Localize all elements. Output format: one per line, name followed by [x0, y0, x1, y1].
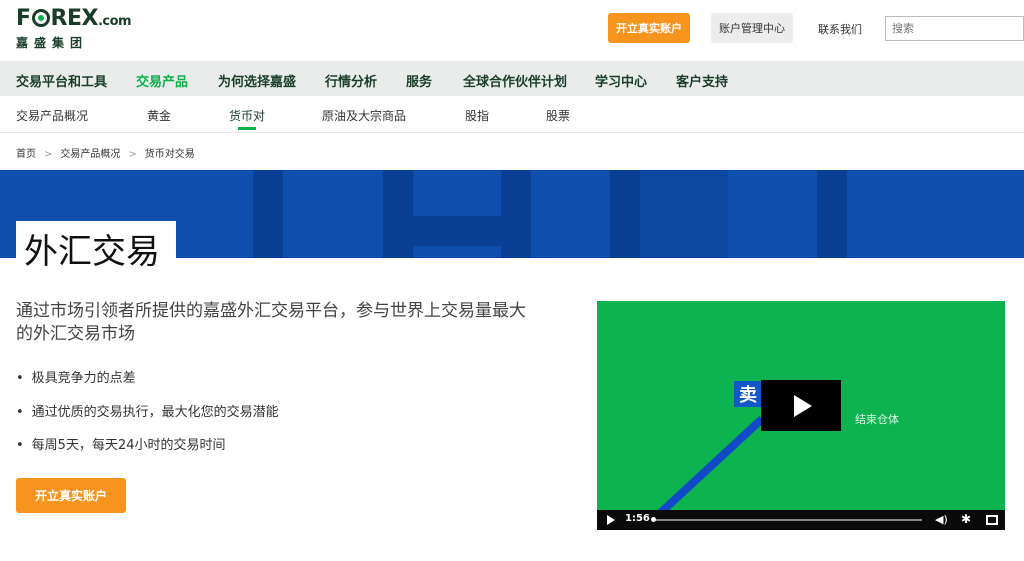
- account-center-button[interactable]: 账户管理中心: [711, 13, 793, 43]
- page-title: 外汇交易: [24, 232, 160, 272]
- nav-item-analysis[interactable]: 行情分析: [325, 71, 377, 90]
- logo-subtitle: 嘉盛集团: [16, 36, 89, 50]
- video-player[interactable]: 卖 结束仓体 1:56 ◀) ✱: [597, 301, 1005, 530]
- subnav-item-indices[interactable]: 股指: [465, 107, 489, 124]
- control-play-icon[interactable]: [607, 515, 615, 525]
- video-end-text: 结束仓体: [855, 413, 899, 426]
- video-sell-label: 卖: [734, 381, 764, 407]
- feature-bullet: 通过优质的交易执行，最大化您的交易潜能: [16, 401, 279, 420]
- settings-gear-icon[interactable]: ✱: [961, 512, 971, 526]
- video-progress-track[interactable]: [652, 519, 922, 521]
- fullscreen-icon[interactable]: [986, 515, 998, 525]
- intro-text: 通过市场引领者所提供的嘉盛外汇交易平台，参与世界上交易量最大的外汇交易市场: [16, 301, 526, 344]
- play-icon: [794, 395, 812, 417]
- open-account-button[interactable]: 开立真实账户: [608, 13, 690, 43]
- breadcrumb-separator: >: [44, 149, 53, 160]
- breadcrumb: 首页 > 交易产品概况 > 货币对交易: [16, 145, 195, 160]
- hero-decor-block: [383, 170, 413, 258]
- nav-item-why-us[interactable]: 为何选择嘉盛: [218, 71, 296, 90]
- video-progress-knob[interactable]: [651, 517, 656, 522]
- sub-nav: 交易产品概况 黄金 货币对 原油及大宗商品 股指 股票: [0, 96, 1024, 133]
- nav-item-services[interactable]: 服务: [406, 71, 432, 90]
- hero-decor-block: [610, 170, 640, 258]
- subnav-item-overview[interactable]: 交易产品概况: [16, 107, 88, 124]
- subnav-active-indicator: [238, 127, 256, 130]
- site-header: F REX.com 嘉盛集团 开立真实账户 账户管理中心 联系我们: [0, 0, 1024, 58]
- feature-bullet: 每周5天，每天24小时的交易时间: [16, 434, 226, 453]
- volume-icon[interactable]: ◀): [935, 513, 948, 526]
- logo-o-icon: [31, 9, 50, 27]
- contact-link[interactable]: 联系我们: [818, 21, 862, 37]
- play-button[interactable]: [761, 380, 841, 431]
- video-controls: 1:56 ◀) ✱: [597, 510, 1005, 530]
- hero-decor-block: [501, 170, 531, 258]
- nav-item-products[interactable]: 交易产品: [136, 71, 188, 90]
- subnav-item-commodities[interactable]: 原油及大宗商品: [322, 107, 406, 124]
- nav-item-support[interactable]: 客户支持: [676, 71, 728, 90]
- hero-title-box: 外汇交易: [16, 221, 176, 272]
- feature-bullet: 极具竞争力的点差: [16, 367, 136, 386]
- breadcrumb-overview[interactable]: 交易产品概况: [60, 149, 120, 160]
- hero-decor-block: [817, 170, 847, 258]
- open-account-cta-button[interactable]: 开立真实账户: [16, 478, 126, 513]
- nav-item-platforms[interactable]: 交易平台和工具: [16, 71, 107, 90]
- video-duration: 1:56: [625, 513, 650, 524]
- forex-logo[interactable]: F REX.com 嘉盛集团: [16, 6, 156, 50]
- subnav-item-shares[interactable]: 股票: [546, 107, 570, 124]
- nav-item-learning[interactable]: 学习中心: [595, 71, 647, 90]
- subnav-item-gold[interactable]: 黄金: [147, 107, 171, 124]
- hero-decor-block: [413, 216, 501, 246]
- nav-item-partners[interactable]: 全球合作伙伴计划: [463, 71, 567, 90]
- logo-com: .com: [97, 14, 132, 29]
- search-input[interactable]: [885, 16, 1024, 41]
- subnav-item-forex[interactable]: 货币对: [229, 107, 265, 124]
- hero-decor-block: [253, 170, 283, 258]
- breadcrumb-home[interactable]: 首页: [16, 149, 36, 160]
- video-line-graphic: [654, 416, 765, 519]
- main-nav: 交易平台和工具 交易产品 为何选择嘉盛 行情分析 服务 全球合作伙伴计划 学习中…: [0, 61, 1024, 96]
- logo-text-rex: REX: [50, 6, 99, 31]
- hero-decor-block: [640, 170, 728, 258]
- logo-text-f: F: [16, 6, 31, 31]
- breadcrumb-current: 货币对交易: [144, 149, 195, 160]
- breadcrumb-separator: >: [128, 149, 137, 160]
